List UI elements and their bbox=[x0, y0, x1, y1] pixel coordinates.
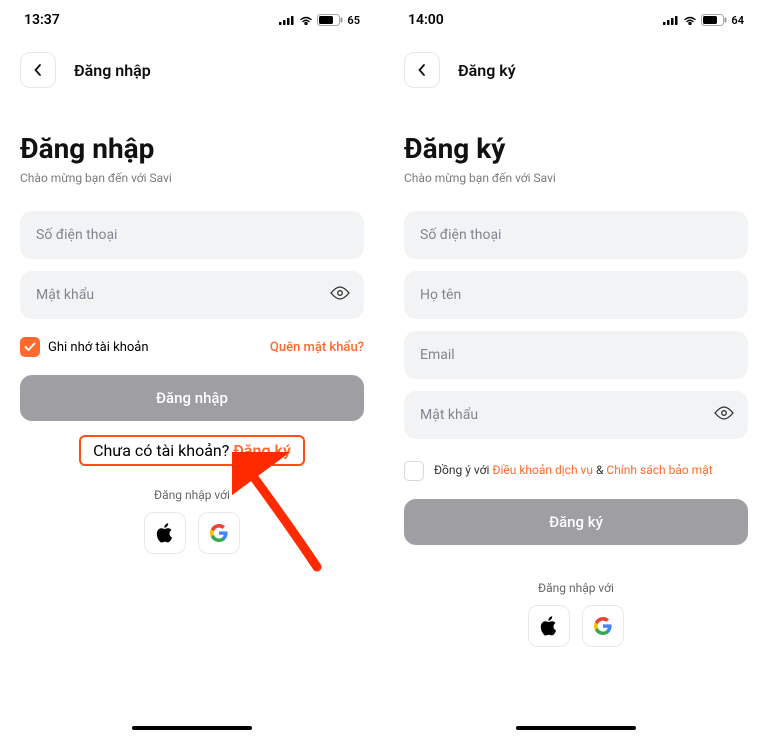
topbar-title: Đăng ký bbox=[458, 61, 516, 80]
name-field[interactable] bbox=[420, 287, 732, 303]
phone-input-wrap[interactable] bbox=[20, 211, 364, 259]
password-field[interactable] bbox=[36, 287, 348, 303]
google-login-button[interactable] bbox=[198, 512, 240, 554]
toggle-password-icon[interactable] bbox=[714, 406, 734, 424]
apple-icon bbox=[156, 523, 174, 543]
status-icons: 64 bbox=[663, 14, 744, 27]
back-button[interactable] bbox=[404, 52, 440, 88]
signal-icon bbox=[279, 15, 295, 25]
apple-login-button[interactable] bbox=[528, 605, 570, 647]
home-indicator bbox=[516, 726, 636, 730]
back-button[interactable] bbox=[20, 52, 56, 88]
home-indicator bbox=[132, 726, 252, 730]
chevron-left-icon bbox=[34, 64, 42, 76]
login-screen: 13:37 65 Đăng nhập Đăng nhập Chào mừng b… bbox=[0, 0, 384, 738]
google-icon bbox=[210, 524, 228, 542]
page-subheading: Chào mừng bạn đến với Savi bbox=[20, 171, 364, 185]
google-login-button[interactable] bbox=[582, 605, 624, 647]
topbar: Đăng ký bbox=[384, 40, 768, 104]
phone-input-wrap[interactable] bbox=[404, 211, 748, 259]
email-field[interactable] bbox=[420, 347, 732, 363]
status-bar: 14:00 64 bbox=[384, 0, 768, 40]
privacy-policy-link[interactable]: Chính sách bảo mật bbox=[606, 463, 712, 477]
signup-button[interactable]: Đăng ký bbox=[404, 499, 748, 545]
google-icon bbox=[594, 617, 612, 635]
apple-login-button[interactable] bbox=[144, 512, 186, 554]
no-account-row: Chưa có tài khoản? Đăng ký bbox=[79, 435, 305, 466]
remember-label: Ghi nhớ tài khoản bbox=[48, 340, 149, 355]
battery-icon bbox=[317, 14, 343, 26]
page-heading: Đăng ký bbox=[404, 132, 748, 165]
signal-icon bbox=[663, 15, 679, 25]
name-input-wrap[interactable] bbox=[404, 271, 748, 319]
phone-field[interactable] bbox=[36, 227, 348, 243]
terms-of-service-link[interactable]: Điều khoản dịch vụ bbox=[492, 463, 593, 477]
battery-percent: 64 bbox=[731, 14, 744, 27]
phone-field[interactable] bbox=[420, 227, 732, 243]
wifi-icon bbox=[299, 15, 313, 25]
password-field[interactable] bbox=[420, 407, 732, 423]
password-input-wrap[interactable] bbox=[20, 271, 364, 319]
topbar-title: Đăng nhập bbox=[74, 61, 151, 80]
social-login-label: Đăng nhập với bbox=[404, 581, 748, 595]
status-time: 14:00 bbox=[408, 12, 444, 28]
social-login-label: Đăng nhập với bbox=[20, 488, 364, 502]
terms-text: Đồng ý với Điều khoản dịch vụ & Chính sá… bbox=[434, 461, 713, 479]
toggle-password-icon[interactable] bbox=[330, 286, 350, 304]
login-button[interactable]: Đăng nhập bbox=[20, 375, 364, 421]
topbar: Đăng nhập bbox=[0, 40, 384, 104]
battery-icon bbox=[701, 14, 727, 26]
apple-icon bbox=[540, 616, 558, 636]
terms-amp: & bbox=[593, 463, 606, 477]
terms-checkbox[interactable] bbox=[404, 461, 424, 481]
wifi-icon bbox=[683, 15, 697, 25]
signup-screen: 14:00 64 Đăng ký Đăng ký Chào mừng bạn đ… bbox=[384, 0, 768, 738]
forgot-password-link[interactable]: Quên mật khẩu? bbox=[270, 340, 364, 355]
remember-checkbox[interactable] bbox=[20, 337, 40, 357]
terms-prefix: Đồng ý với bbox=[434, 463, 492, 477]
check-icon bbox=[24, 342, 36, 352]
page-heading: Đăng nhập bbox=[20, 132, 364, 165]
password-input-wrap[interactable] bbox=[404, 391, 748, 439]
page-subheading: Chào mừng bạn đến với Savi bbox=[404, 171, 748, 185]
status-time: 13:37 bbox=[24, 12, 60, 28]
status-bar: 13:37 65 bbox=[0, 0, 384, 40]
battery-percent: 65 bbox=[347, 14, 360, 27]
signup-link[interactable]: Đăng ký bbox=[233, 441, 291, 460]
status-icons: 65 bbox=[279, 14, 360, 27]
email-input-wrap[interactable] bbox=[404, 331, 748, 379]
no-account-text: Chưa có tài khoản? bbox=[93, 441, 233, 460]
chevron-left-icon bbox=[418, 64, 426, 76]
